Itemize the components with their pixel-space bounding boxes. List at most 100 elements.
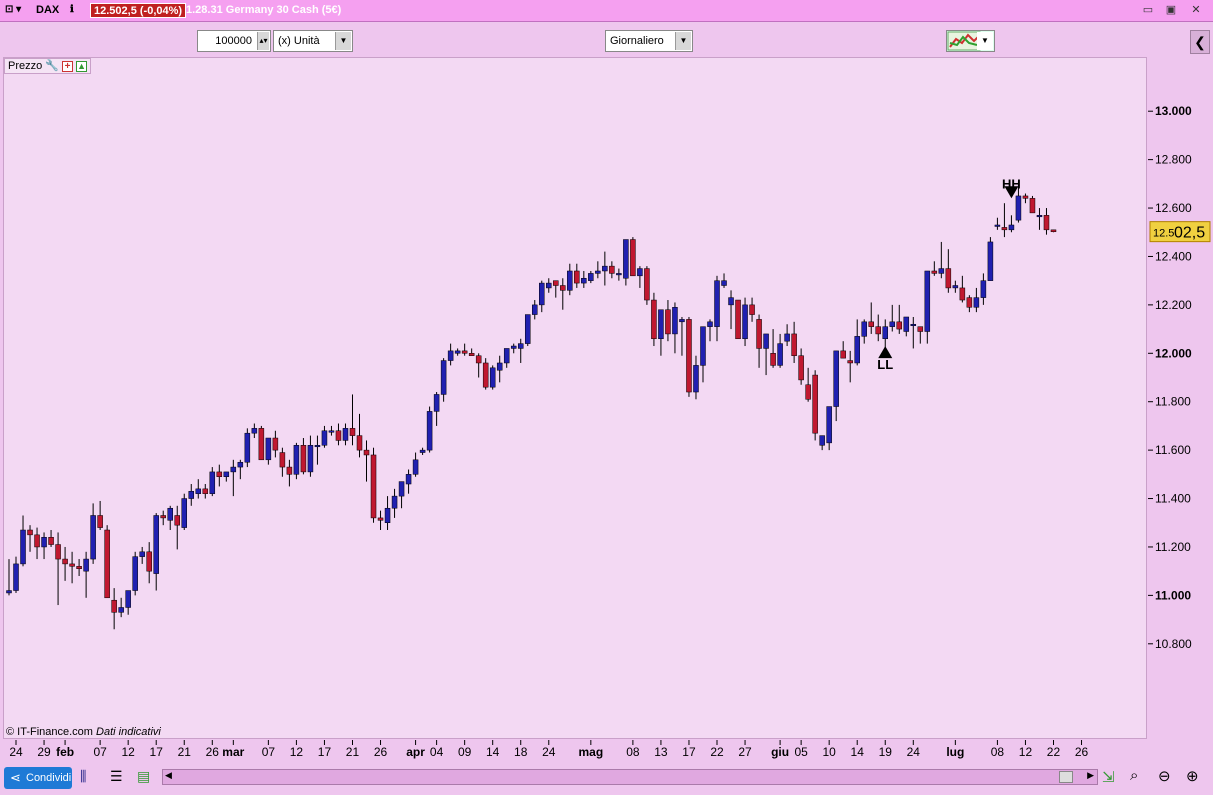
x-tick-label: 27 xyxy=(738,745,752,759)
candle-body xyxy=(539,282,545,306)
candle-body xyxy=(882,326,888,340)
unit-select[interactable]: (x) Unità ▼ xyxy=(273,30,353,52)
candle-body xyxy=(889,321,896,327)
x-tick-label: 24 xyxy=(542,745,556,759)
candle-body xyxy=(651,299,657,340)
grid-icon[interactable]: ▤ xyxy=(137,768,150,785)
x-tick-label: 07 xyxy=(93,745,107,759)
horizontal-scrollbar[interactable]: ◀ ▶ xyxy=(162,769,1098,785)
y-tick-label: 11.600 xyxy=(1155,443,1191,457)
candle-body xyxy=(742,304,748,340)
candle-body xyxy=(945,268,952,289)
candle-body xyxy=(475,355,482,364)
candle-body xyxy=(433,394,440,412)
share-button[interactable]: ⋖ Condividi xyxy=(4,767,72,789)
candle-body xyxy=(454,350,461,354)
candle-body xyxy=(770,353,776,366)
y-tick-label: 11.000 xyxy=(1155,588,1191,602)
y-tick-label: 12.400 xyxy=(1155,249,1192,263)
candle-body xyxy=(833,350,839,407)
candle-body xyxy=(468,353,475,356)
timeframe-select[interactable]: Giornaliero ▼ xyxy=(605,30,693,52)
list-icon[interactable]: ☰ xyxy=(110,768,123,785)
candle-body xyxy=(658,309,664,340)
candle-body xyxy=(496,362,503,371)
close-icon[interactable]: ✕ xyxy=(1189,4,1203,17)
candle-body xyxy=(749,304,755,315)
candle-body xyxy=(966,297,973,308)
candle-body xyxy=(321,430,328,446)
candle-body xyxy=(461,350,468,354)
candle-body xyxy=(41,537,47,548)
x-tick-label: 17 xyxy=(150,745,164,759)
candle-body xyxy=(104,529,110,599)
minimize-icon[interactable]: ▭ xyxy=(1141,4,1155,17)
scroll-thumb[interactable] xyxy=(1059,771,1073,783)
x-tick-label: 14 xyxy=(486,745,500,759)
chevron-down-icon[interactable]: ▼ xyxy=(675,32,691,50)
candle-body xyxy=(812,374,818,434)
menu-icon[interactable]: ⊡ ▾ xyxy=(5,4,21,15)
quantity-stepper[interactable]: 100000 ▴▾ xyxy=(197,30,271,52)
x-tick-label: 24 xyxy=(907,745,921,759)
candle-body xyxy=(819,435,825,446)
candle-body xyxy=(419,449,426,453)
candle-body xyxy=(398,481,405,497)
indicators-button[interactable]: ▼ xyxy=(946,30,995,52)
candle-body xyxy=(153,515,159,574)
side-panel-toggle-icon[interactable]: ❮ xyxy=(1190,30,1210,54)
candle-body xyxy=(111,599,117,613)
scroll-left-icon[interactable]: ◀ xyxy=(165,770,172,781)
x-tick-label: 22 xyxy=(1047,745,1061,759)
chevron-down-icon[interactable]: ▼ xyxy=(977,32,993,50)
candle-body xyxy=(847,360,853,364)
y-tick-label: 11.800 xyxy=(1155,395,1191,409)
x-tick-label: 09 xyxy=(458,745,472,759)
fit-icon[interactable]: ⇲ xyxy=(1102,768,1115,786)
unit-value: (x) Unità xyxy=(278,35,320,47)
zoom-in-icon[interactable]: ⊕ xyxy=(1186,767,1199,785)
candle-body xyxy=(735,299,741,340)
stepper-arrows-icon[interactable]: ▴▾ xyxy=(257,32,269,50)
candle-body xyxy=(924,270,931,332)
chevron-down-icon[interactable]: ▼ xyxy=(335,32,351,50)
y-tick-label: 12.000 xyxy=(1155,346,1192,360)
candle-body xyxy=(384,507,391,524)
candles-icon[interactable]: ⫼ xyxy=(80,768,86,785)
restore-icon[interactable]: ▣ xyxy=(1164,4,1178,17)
candle-body xyxy=(959,287,966,301)
candle-body xyxy=(160,515,166,519)
candle-body xyxy=(679,319,685,323)
candle-body xyxy=(97,515,103,528)
candle-body xyxy=(644,268,650,301)
candle-body xyxy=(27,529,33,536)
x-tick-label: mar xyxy=(222,745,244,759)
info-icon[interactable]: ℹ xyxy=(70,4,74,15)
x-tick-label: 26 xyxy=(374,745,388,759)
candle-body xyxy=(994,224,1001,227)
candle-body xyxy=(938,268,945,274)
candle-body xyxy=(1029,198,1036,214)
candle-body xyxy=(609,265,615,274)
candle-body xyxy=(279,452,286,468)
y-tick-label: 13.000 xyxy=(1155,104,1192,118)
disclaimer-text: Dati indicativi xyxy=(96,726,161,738)
zoom-out-icon[interactable]: ⊖ xyxy=(1158,767,1171,785)
candle-body xyxy=(328,430,335,433)
candle-body xyxy=(532,304,538,315)
annotation-label: LL xyxy=(877,357,893,372)
candle-body xyxy=(412,459,419,475)
candle-body xyxy=(440,360,447,395)
candle-body xyxy=(854,336,860,364)
x-tick-label: apr xyxy=(406,745,425,759)
candle-body xyxy=(987,241,994,281)
candle-body xyxy=(118,607,124,613)
scroll-right-icon[interactable]: ▶ xyxy=(1087,770,1094,781)
copyright-text: © IT-Finance.com xyxy=(6,726,93,738)
candle-body xyxy=(805,384,811,400)
zoom-fit-icon[interactable]: ⌕ xyxy=(1130,767,1138,784)
candle-body xyxy=(377,517,384,521)
candle-body xyxy=(931,270,938,274)
candle-body xyxy=(1001,227,1008,231)
x-tick-label: feb xyxy=(56,745,74,759)
